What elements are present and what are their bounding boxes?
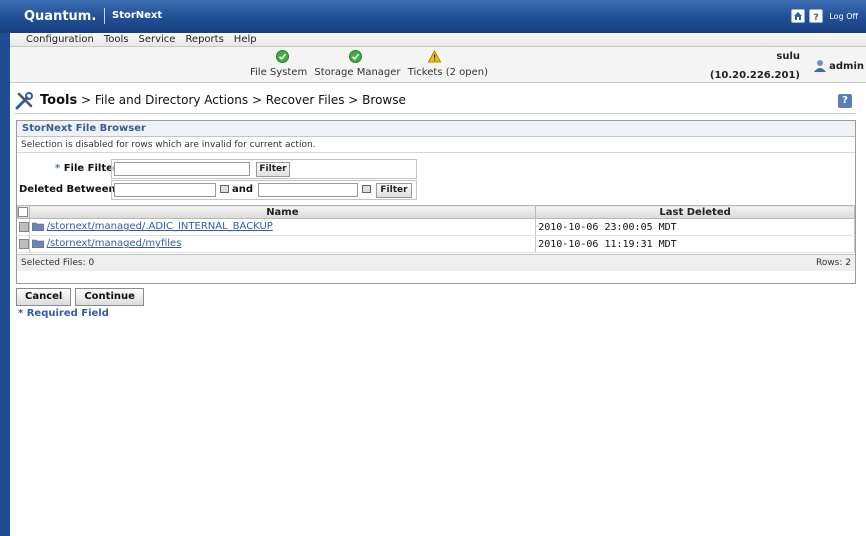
menu-service[interactable]: Service	[138, 34, 175, 45]
storage-manager-ok-icon[interactable]	[349, 50, 362, 63]
calendar-to-icon[interactable]	[362, 185, 371, 193]
selected-files-count: Selected Files: 0	[21, 258, 95, 268]
user-name: admin	[829, 60, 864, 72]
help-icon[interactable]: ?	[809, 9, 824, 23]
logoff-link[interactable]: Log Off	[829, 12, 858, 21]
row-deleted-cell: 2010-10-06 11:19:31 MDT	[535, 235, 855, 253]
table-row[interactable]: /stornext/managed/myfiles 2010-10-06 11:…	[17, 235, 855, 253]
brand-divider	[104, 8, 105, 24]
calendar-from-icon[interactable]	[220, 185, 229, 193]
file-table: Name Last Deleted /stornext/managed/.ADI…	[17, 205, 855, 253]
status-bar: File System Storage Manager Tickets (2 o…	[10, 47, 866, 83]
top-banner: Quantum. StorNext ? Log Off	[0, 0, 866, 33]
page-header: Tools > File and Directory Actions > Rec…	[14, 88, 856, 114]
selection-note: Selection is disabled for rows which are…	[17, 137, 855, 153]
svg-text:?: ?	[814, 13, 819, 21]
file-filter-row: Filter	[111, 159, 417, 179]
file-filter-button[interactable]: Filter	[256, 162, 290, 177]
rows-count: Rows: 2	[815, 258, 851, 268]
select-all-cell	[17, 205, 30, 219]
status-storage-manager-label[interactable]: Storage Manager	[314, 67, 400, 78]
date-filter-button[interactable]: Filter	[376, 183, 412, 198]
row-name-cell: /stornext/managed/myfiles	[29, 235, 537, 253]
table-footer: Selected Files: 0 Rows: 2	[17, 254, 855, 271]
row-checkbox[interactable]	[18, 238, 29, 249]
status-tickets-label[interactable]: Tickets (2 open)	[408, 67, 488, 78]
deleted-between-label: Deleted Between	[19, 184, 116, 195]
row-checkbox-cell	[17, 218, 30, 236]
file-browser-panel: StorNext File Browser Selection is disab…	[16, 120, 856, 284]
table-row[interactable]: /stornext/managed/.ADIC_INTERNAL_BACKUP …	[17, 218, 855, 236]
select-all-checkbox[interactable]	[18, 206, 29, 217]
required-field-note: * Required Field	[18, 308, 109, 319]
tools-icon	[15, 91, 33, 109]
file-filter-input[interactable]	[114, 162, 250, 176]
product-name: StorNext	[112, 10, 163, 21]
host-name: sulu	[776, 51, 800, 62]
table-header: Name Last Deleted	[17, 205, 855, 219]
menu-configuration[interactable]: Configuration	[26, 34, 94, 45]
page-help-icon[interactable]: ?	[838, 94, 852, 108]
menu-reports[interactable]: Reports	[185, 34, 223, 45]
menu-tools[interactable]: Tools	[104, 34, 129, 45]
action-buttons: Cancel Continue	[16, 288, 144, 306]
file-link[interactable]: /stornext/managed/.ADIC_INTERNAL_BACKUP	[47, 221, 273, 232]
breadcrumb-path: > File and Directory Actions > Recover F…	[77, 93, 406, 107]
deleted-between-row: and Filter	[111, 180, 417, 200]
breadcrumb-root: Tools	[40, 93, 78, 108]
menu-bar: Configuration Tools Service Reports Help	[10, 33, 866, 47]
column-last-deleted[interactable]: Last Deleted	[535, 205, 855, 219]
host-ip: (10.20.226.201)	[709, 70, 800, 81]
date-to-input[interactable]	[258, 183, 358, 197]
tickets-warning-icon[interactable]	[428, 50, 441, 63]
cancel-button[interactable]: Cancel	[16, 288, 72, 306]
row-checkbox-cell	[17, 235, 30, 253]
status-filesystem-label[interactable]: File System	[250, 67, 307, 78]
status-labels: File System Storage Manager Tickets (2 o…	[250, 67, 492, 78]
panel-title: StorNext File Browser	[17, 121, 855, 137]
row-checkbox[interactable]	[18, 221, 29, 232]
menu-help[interactable]: Help	[234, 34, 257, 45]
continue-button[interactable]: Continue	[75, 288, 144, 306]
host-info: sulu (10.20.226.201)	[710, 51, 800, 81]
user-info: admin	[813, 59, 864, 73]
column-name[interactable]: Name	[28, 205, 537, 219]
row-deleted-cell: 2010-10-06 23:00:05 MDT	[535, 218, 855, 236]
file-link[interactable]: /stornext/managed/myfiles	[47, 238, 182, 249]
and-label: and	[232, 184, 254, 195]
file-filter-label: * File Filter	[55, 163, 118, 174]
date-from-input[interactable]	[114, 183, 216, 197]
filesystem-ok-icon[interactable]	[276, 50, 289, 63]
filter-section: * File Filter Filter Deleted Between and…	[17, 159, 417, 201]
folder-icon	[31, 239, 44, 249]
main-content: Tools > File and Directory Actions > Rec…	[10, 84, 866, 536]
user-icon	[814, 60, 827, 72]
quantum-logo: Quantum.	[24, 9, 97, 24]
home-icon[interactable]	[791, 9, 806, 23]
page-title: Tools > File and Directory Actions > Rec…	[40, 93, 406, 108]
folder-icon	[31, 222, 44, 232]
top-icons: ? Log Off	[791, 9, 858, 23]
left-frame	[0, 33, 10, 536]
row-name-cell: /stornext/managed/.ADIC_INTERNAL_BACKUP	[29, 218, 537, 236]
